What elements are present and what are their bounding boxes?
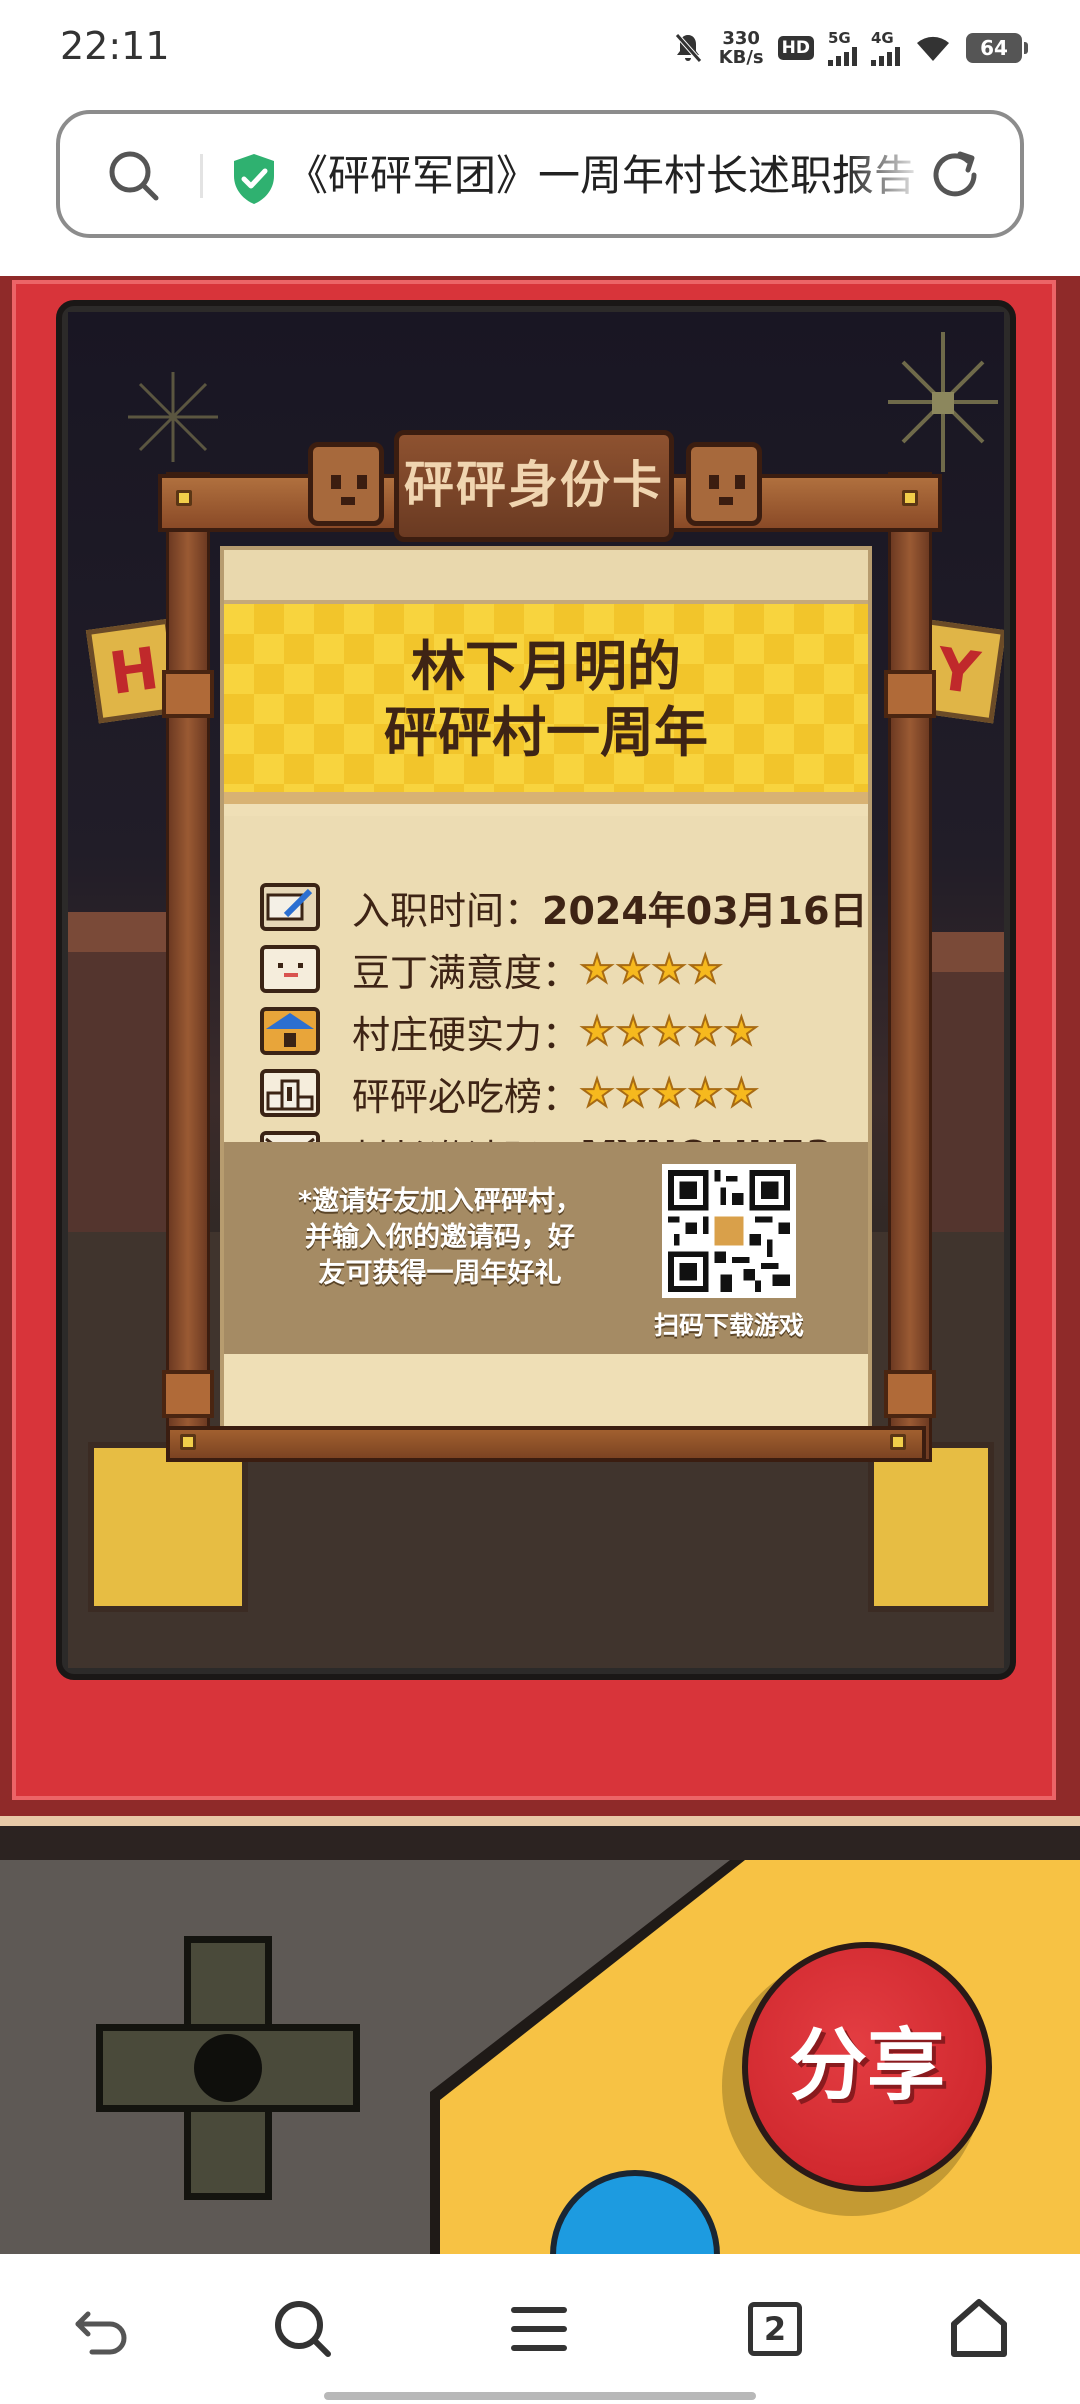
strap [162,1370,214,1418]
invite-line-2: 并输入你的邀请码，好 [305,1222,575,1253]
signal-5g-label: 5G [828,28,851,47]
signal-5g: 5G [828,28,857,66]
house [68,952,178,1232]
tabs-icon[interactable]: 2 [740,2294,810,2364]
address-divider [200,154,203,198]
card-post-left [166,472,210,1462]
tab-count: 2 [748,2302,802,2356]
id-card-paper: 林下月明的 砰砰村一周年 入职时间： 2024年03月16日 豆丁满意度： ★ … [220,546,872,1436]
star-icon: ★ [687,1071,723,1115]
hd-badge: HD [777,36,814,60]
search-icon[interactable] [106,148,162,204]
bolt [180,1434,196,1450]
star-icon: ★ [579,1009,615,1053]
calendar-pen-icon [260,883,320,931]
device-stripe [0,1816,1080,1826]
reload-icon[interactable] [926,146,984,204]
star-icon: ★ [687,947,723,991]
robot-ornament-left [308,442,384,526]
satisfaction-stars: ★ ★ ★ ★ [579,947,723,991]
star-icon: ★ [579,1071,615,1115]
village-house-icon [260,1007,320,1055]
info-row-satisfaction: 豆丁满意度： ★ ★ ★ ★ [260,934,723,1004]
search-icon[interactable] [268,2294,338,2364]
invite-line-3: 友可获得一周年好礼 [318,1258,562,1289]
info-row-join-date: 入职时间： 2024年03月16日 [260,872,868,942]
invite-line-1: *邀请好友加入砰砰村， [297,1186,583,1217]
star-icon: ★ [615,1009,651,1053]
signal-4g-label: 4G [871,28,894,47]
star-icon: ★ [687,1009,723,1053]
dpad-control[interactable] [96,1936,360,2200]
star-icon: ★ [651,1071,687,1115]
device-stripe-dark [0,1826,1080,1860]
card-post-right [888,472,932,1462]
share-button[interactable]: 分享 [742,1942,992,2192]
village-strength-stars: ★ ★ ★ ★ ★ [579,1009,759,1053]
strap [884,1370,936,1418]
status-time: 22:11 [60,24,170,68]
bolt [890,1434,906,1450]
dpad-center [194,2034,262,2102]
mute-icon [674,33,702,63]
bolt [176,490,192,506]
status-icons: 330 KB/s HD 5G 4G 64 [671,22,1028,74]
info-label: 砰砰必吃榜： [352,1074,581,1119]
net-speed: 330 KB/s [719,29,764,67]
bolt [902,490,918,506]
info-row-must-eat: 砰砰必吃榜： ★ ★ ★ ★ ★ [260,1058,759,1128]
home-icon[interactable] [944,2294,1014,2364]
star-icon: ★ [615,947,651,991]
invite-description: *邀请好友加入砰砰村， 并输入你的邀请码，好 友可获得一周年好礼 [270,1184,610,1292]
wifi-icon [917,36,949,61]
join-date-value: 2024年03月16日 [542,888,868,933]
must-eat-stars: ★ ★ ★ ★ ★ [579,1071,759,1115]
gift-panel-right [868,1442,994,1612]
browser-bottom-nav: 2 [0,2254,1080,2404]
doudin-face-icon [260,945,320,993]
game-screen: H Y 砰砰身份卡 林下月明的 砰砰村一周年 入职时间： 2024年03月16日… [56,300,1016,1680]
info-row-village-strength: 村庄硬实力： ★ ★ ★ ★ ★ [260,996,759,1066]
card-title-line1: 林下月明的 [411,635,681,698]
firework-icon [128,372,218,462]
net-speed-value: 330 [722,28,760,49]
net-speed-unit: KB/s [718,47,764,68]
page-title[interactable]: 《砰砰军团》一周年村长述职报告 [286,146,926,206]
signal-bars-icon [828,46,857,66]
qr-caption: 扫码下载游戏 [653,1311,804,1340]
invite-strip: *邀请好友加入砰砰村， 并输入你的邀请码，好 友可获得一周年好礼 扫码下载游戏 [224,1142,868,1354]
signal-4g: 4G [871,28,900,66]
card-title: 林下月明的 砰砰村一周年 [224,634,868,766]
card-title-line2: 砰砰村一周年 [384,701,708,764]
home-indicator[interactable] [324,2392,756,2400]
gift-panel-left [88,1442,248,1612]
star-icon: ★ [579,947,615,991]
status-bar: 22:11 330 KB/s HD 5G 4G 64 [0,0,1080,96]
card-bottom-beam [166,1426,926,1462]
id-card-header: 砰砰身份卡 [394,430,674,542]
browser-toolbar: 《砰砰军团》一周年村长述职报告 [0,96,1080,276]
firework-icon [888,332,998,472]
shield-check-icon [234,154,274,204]
star-icon: ★ [651,1009,687,1053]
address-bar[interactable]: 《砰砰军团》一周年村长述职报告 [56,110,1024,238]
info-label: 入职时间： [352,888,543,933]
strap [884,670,936,718]
info-label: 豆丁满意度： [352,950,581,995]
strap [162,670,214,718]
podium-icon [260,1069,320,1117]
star-icon: ★ [723,1009,759,1053]
star-icon: ★ [615,1071,651,1115]
info-label: 村庄硬实力： [352,1012,581,1057]
menu-icon[interactable] [504,2294,574,2364]
paper-top-band [224,550,868,604]
robot-ornament-right [686,442,762,526]
battery-icon: 64 [966,33,1028,63]
star-icon: ★ [723,1071,759,1115]
house-roof [68,912,178,952]
signal-bars-icon [871,46,900,66]
qr-code[interactable] [662,1164,796,1298]
back-icon[interactable] [66,2294,136,2364]
star-icon: ★ [651,947,687,991]
